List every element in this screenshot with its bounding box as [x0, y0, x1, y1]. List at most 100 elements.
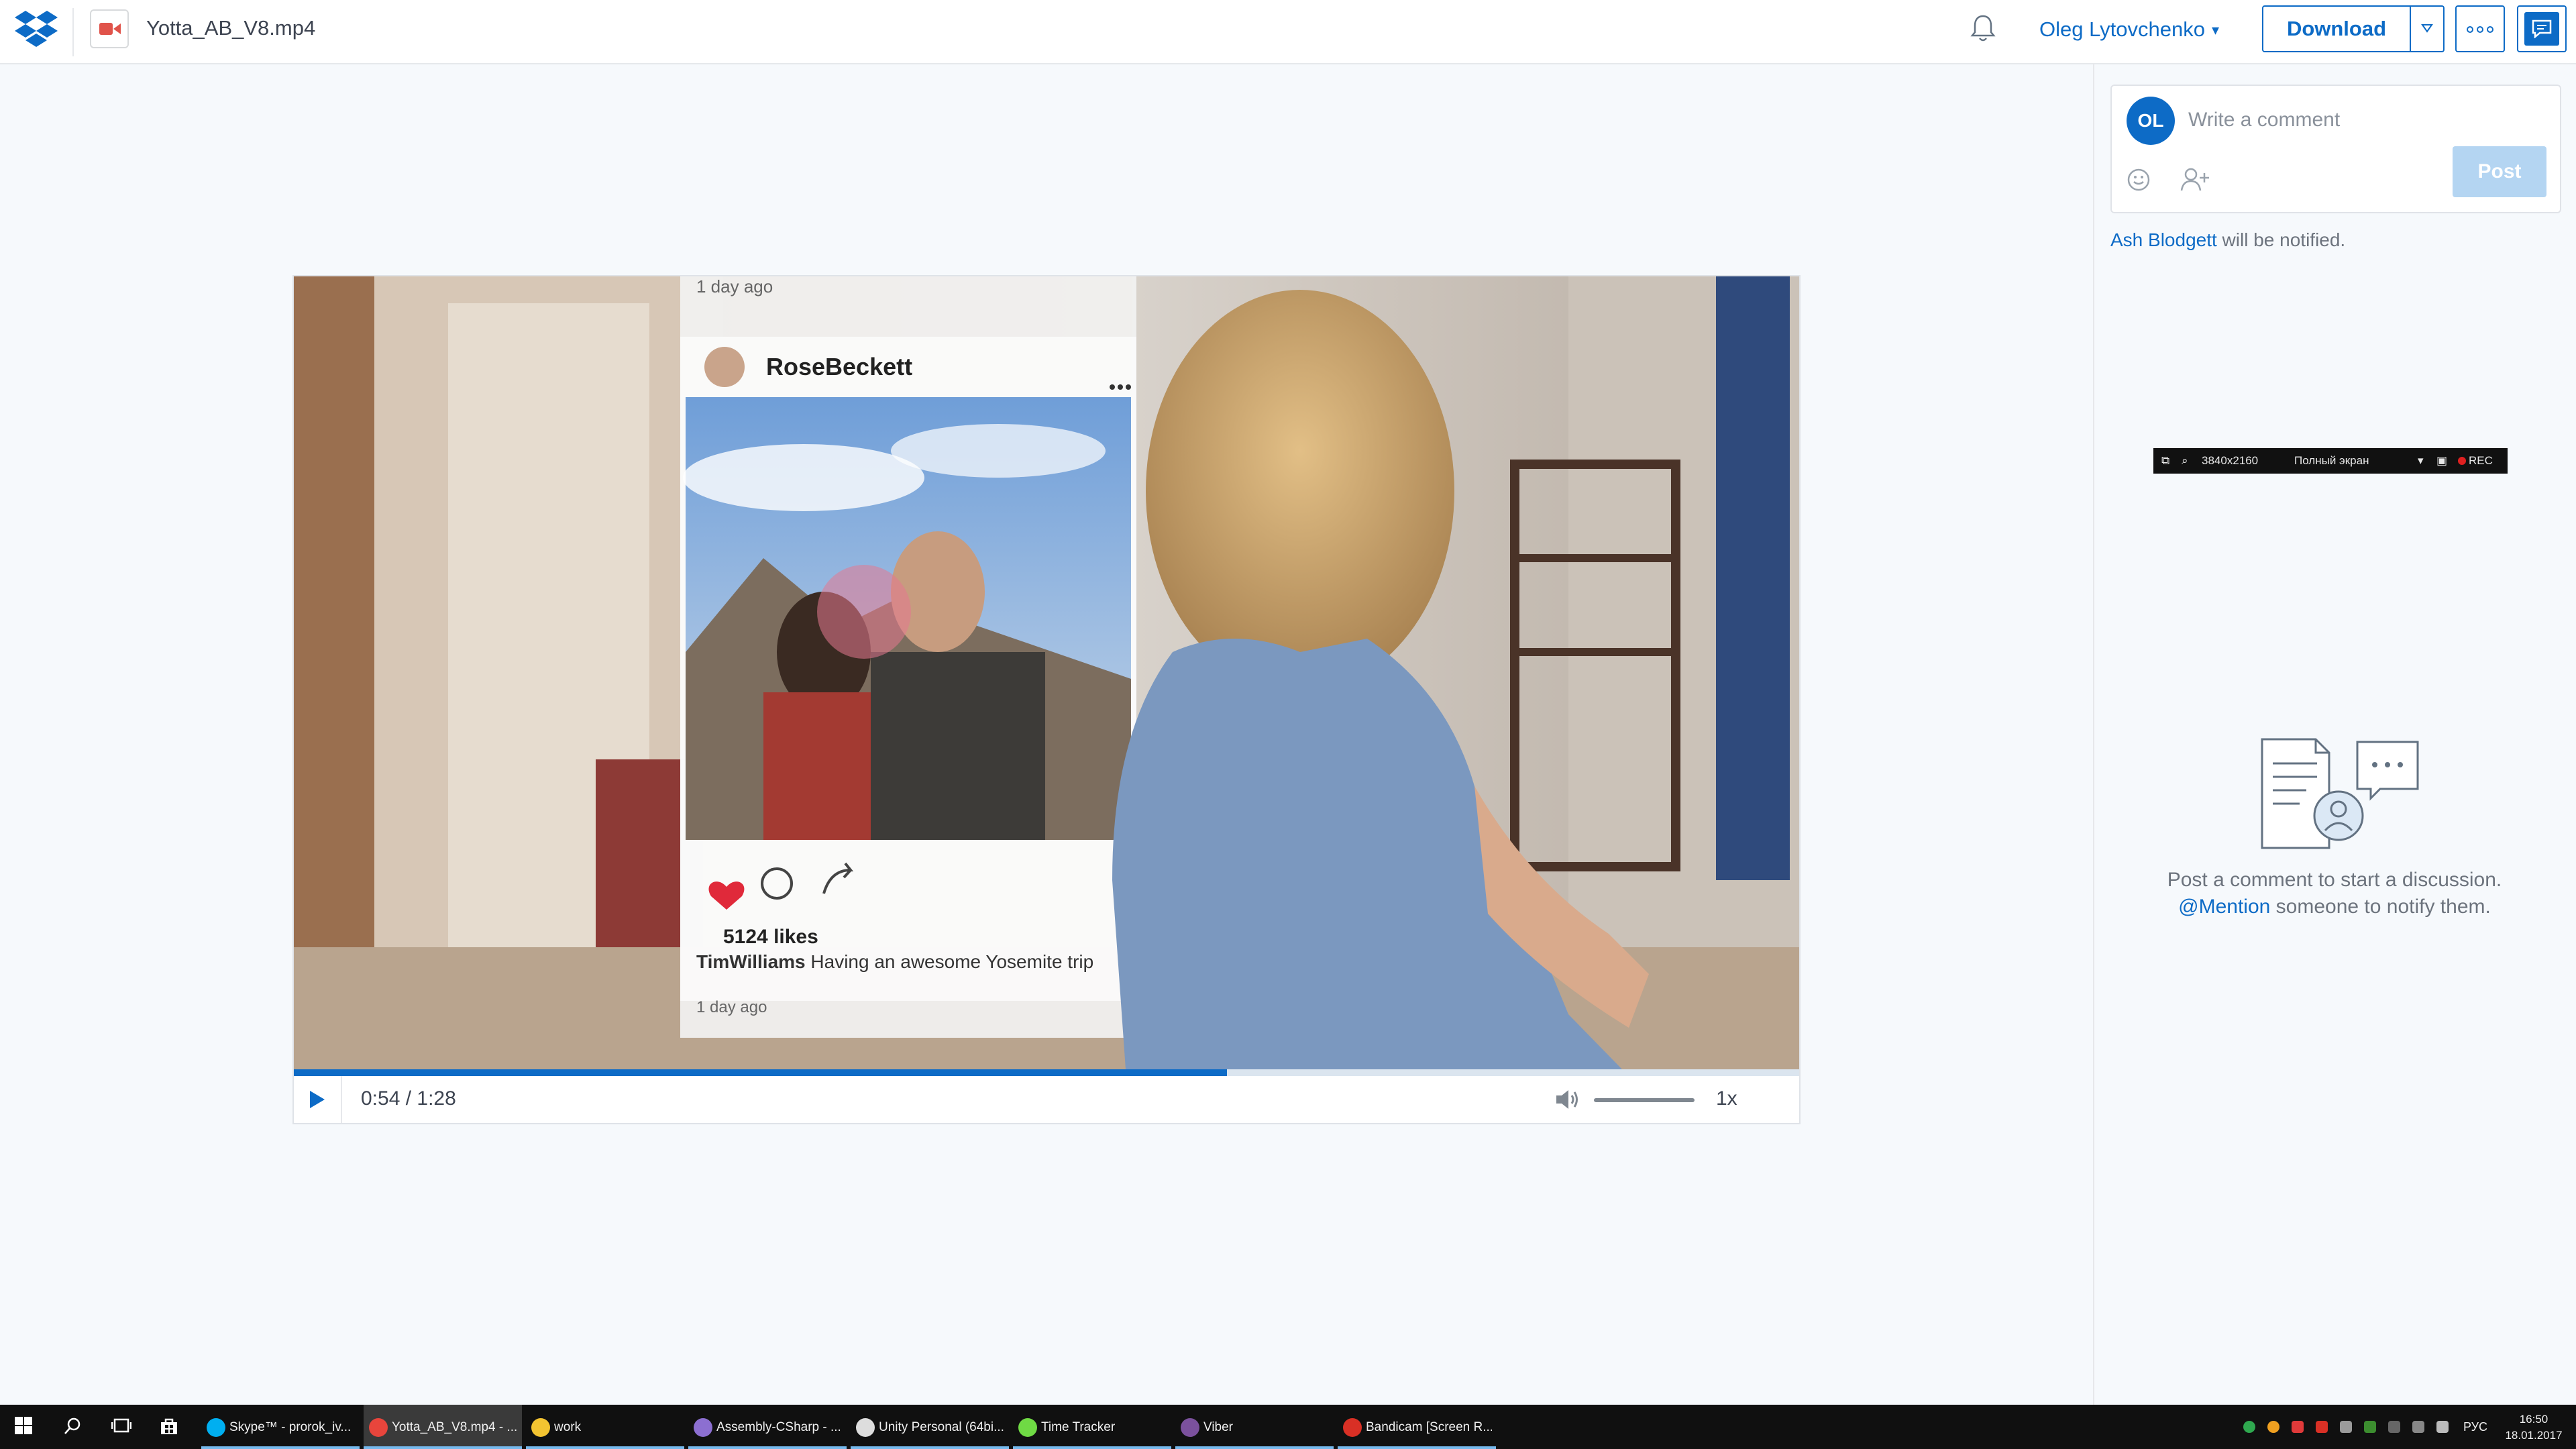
tray-notification-icon[interactable]: [2436, 1421, 2449, 1433]
search-button[interactable]: [48, 1405, 97, 1449]
user-account-menu[interactable]: Oleg Lytovchenko ▾: [2039, 17, 2219, 42]
empty-comments-illustration-icon: [2259, 737, 2420, 854]
volume-icon[interactable]: [1555, 1088, 1582, 1114]
comments-toggle-button[interactable]: [2517, 5, 2567, 52]
empty-line-2-text: someone to notify them.: [2270, 896, 2491, 918]
tray-network-icon[interactable]: [2388, 1421, 2400, 1433]
start-button[interactable]: [0, 1405, 48, 1449]
taskbar-app-underline: [1013, 1446, 1171, 1449]
tray-clock[interactable]: 16:50 18.01.2017: [2504, 1411, 2564, 1444]
taskbar-app-button[interactable]: work: [526, 1405, 684, 1449]
overlay-caption-text: Having an awesome Yosemite trip: [810, 951, 1094, 972]
video-file-icon: [90, 9, 129, 48]
tray-volume-icon[interactable]: [2412, 1421, 2424, 1433]
video-controls: 0:54 / 1:28 1x: [294, 1076, 1799, 1123]
time-display: 0:54 / 1:28: [361, 1087, 456, 1110]
empty-line-1: Post a comment to start a discussion.: [2167, 869, 2502, 891]
taskbar-app-button[interactable]: Skype™ - prorok_iv...: [201, 1405, 360, 1449]
taskbar-app-label: Yotta_AB_V8.mp4 - ...: [392, 1420, 518, 1434]
file-name: Yotta_AB_V8.mp4: [146, 16, 316, 40]
store-button[interactable]: [145, 1405, 193, 1449]
dropbox-logo-icon[interactable]: [15, 11, 58, 50]
tray-app-icon[interactable]: [2267, 1421, 2279, 1433]
recorder-resolution: 3840x2160: [2202, 454, 2259, 467]
app-icon: [207, 1418, 225, 1437]
chevron-down-icon: [2421, 24, 2433, 33]
tray-time: 16:50: [2519, 1413, 2548, 1426]
taskbar-app-underline: [1338, 1446, 1496, 1449]
task-view-button[interactable]: [97, 1405, 145, 1449]
overlay-top-timestamp: 1 day ago: [696, 276, 773, 297]
chevron-down-icon: ▾: [2212, 21, 2220, 38]
zoom-icon[interactable]: ⌕: [2182, 454, 2188, 468]
tray-language[interactable]: РУС: [2463, 1420, 2487, 1434]
app-icon: [1018, 1418, 1037, 1437]
taskbar-app-label: Skype™ - prorok_iv...: [229, 1420, 352, 1434]
overlay-caption-user: TimWilliams: [696, 951, 806, 972]
taskbar-app-button[interactable]: Viber: [1175, 1405, 1334, 1449]
tray-app-icon[interactable]: [2243, 1421, 2255, 1433]
emoji-icon[interactable]: [2127, 168, 2151, 195]
taskbar-app-button[interactable]: Bandicam [Screen R...: [1338, 1405, 1496, 1449]
taskbar-app-button[interactable]: Yotta_AB_V8.mp4 - ...: [364, 1405, 522, 1449]
video-frame[interactable]: 1 day ago RoseBeckett 5124 likes TimWill…: [294, 276, 1799, 1069]
notifications-bell-icon[interactable]: [1970, 13, 1996, 43]
post-button[interactable]: Post: [2453, 146, 2546, 197]
video-progress-bar[interactable]: [294, 1069, 1799, 1076]
recorder-rec-label[interactable]: REC: [2469, 454, 2493, 468]
app-icon: [1343, 1418, 1362, 1437]
windows-taskbar: Skype™ - prorok_iv... Yotta_AB_V8.mp4 - .…: [0, 1405, 2576, 1449]
recorder-toolbar[interactable]: ⧉ ⌕ 3840x2160 Полный экран ▾ ▣ REC: [2153, 448, 2508, 474]
window-icon[interactable]: ⧉: [2161, 454, 2169, 468]
taskbar-app-label: Time Tracker: [1041, 1420, 1116, 1434]
video-progress-fill: [294, 1069, 1227, 1076]
tray-app-icon[interactable]: [2340, 1421, 2352, 1433]
taskbar-app-underline: [364, 1446, 522, 1449]
more-actions-button[interactable]: [2455, 5, 2505, 52]
video-still-image: [294, 276, 1799, 1069]
notify-user-link[interactable]: Ash Blodgett: [2110, 229, 2217, 250]
comment-composer: OL Post: [2110, 85, 2561, 213]
ellipsis-icon: [2467, 26, 2493, 33]
record-dot-icon: [2458, 457, 2466, 465]
camera-icon[interactable]: ▣: [2436, 454, 2447, 468]
download-options-button[interactable]: [2410, 5, 2445, 52]
taskbar-app-label: Unity Personal (64bi...: [879, 1420, 1004, 1434]
taskbar-app-button[interactable]: Assembly-CSharp - ...: [688, 1405, 847, 1449]
notify-text: will be notified.: [2216, 229, 2346, 250]
overlay-username: RoseBeckett: [766, 353, 913, 380]
taskbar-app-button[interactable]: Unity Personal (64bi...: [851, 1405, 1009, 1449]
download-button[interactable]: Download: [2262, 5, 2411, 52]
play-button[interactable]: [294, 1076, 342, 1123]
tray-app-icon[interactable]: [2364, 1421, 2376, 1433]
mention-link[interactable]: @Mention: [2178, 896, 2270, 918]
comment-input[interactable]: [2187, 105, 2538, 136]
comments-toggle-bg: [2524, 12, 2559, 46]
overlay-likes: 5124 likes: [723, 926, 818, 948]
overlay-bottom-timestamp: 1 day ago: [696, 998, 767, 1016]
video-player[interactable]: 1 day ago RoseBeckett 5124 likes TimWill…: [292, 275, 1801, 1124]
comments-panel: OL Post Ash Blodgett will be notified. ⧉…: [2093, 64, 2576, 1405]
taskbar-app-label: Assembly-CSharp - ...: [716, 1420, 841, 1434]
play-icon: [310, 1091, 325, 1108]
windows-logo-icon: [15, 1417, 32, 1434]
taskbar-app-label: work: [554, 1420, 582, 1434]
volume-slider[interactable]: [1594, 1098, 1695, 1102]
app-icon: [694, 1418, 712, 1437]
empty-line-2: @Mention someone to notify them.: [2094, 894, 2575, 920]
search-icon: [64, 1417, 80, 1434]
chevron-down-icon[interactable]: ▾: [2418, 454, 2424, 468]
avatar: OL: [2127, 97, 2175, 145]
recorder-mode[interactable]: Полный экран: [2294, 454, 2369, 468]
taskbar-app-button[interactable]: Time Tracker: [1013, 1405, 1171, 1449]
tray-app-icon[interactable]: [2292, 1421, 2304, 1433]
tray-record-icon[interactable]: [2316, 1421, 2328, 1433]
playback-speed-button[interactable]: 1x: [1716, 1087, 1737, 1110]
user-name: Oleg Lytovchenko: [2039, 17, 2206, 41]
taskbar-app-underline: [201, 1446, 360, 1449]
header-divider: [72, 8, 74, 56]
overlay-caption: TimWilliams Having an awesome Yosemite t…: [696, 951, 1132, 973]
top-header: Yotta_AB_V8.mp4 Oleg Lytovchenko ▾ Downlo…: [0, 0, 2576, 64]
app-icon: [856, 1418, 875, 1437]
add-mention-icon[interactable]: [2180, 166, 2210, 197]
